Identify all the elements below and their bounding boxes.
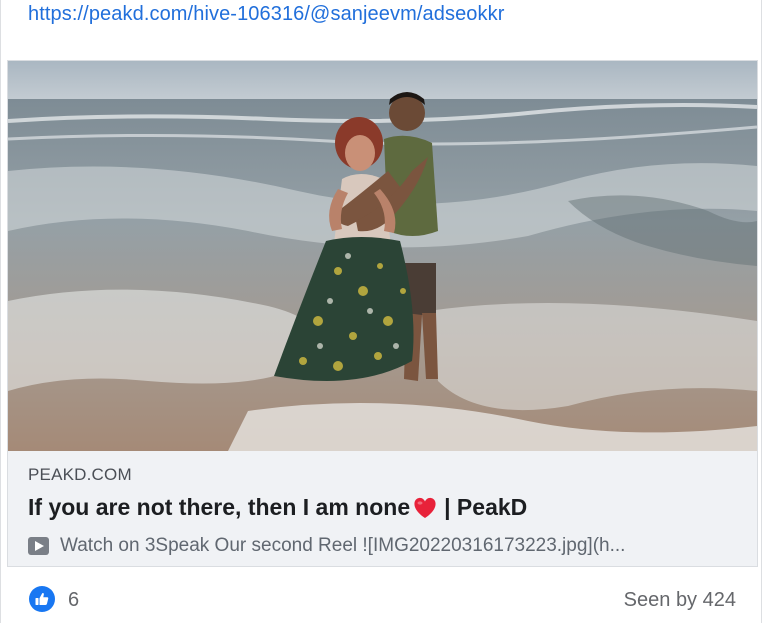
preview-title-suffix: | PeakD — [444, 494, 528, 520]
reactions-bar: 6 Seen by 424 — [1, 567, 762, 623]
preview-image[interactable] — [8, 61, 757, 451]
preview-meta[interactable]: PEAKD.COM If you are not there, then I a… — [8, 451, 757, 566]
preview-description-text: Watch on 3Speak Our second Reel ![IMG202… — [60, 535, 626, 556]
play-button-icon — [28, 537, 49, 555]
preview-domain: PEAKD.COM — [28, 465, 132, 484]
red-heart-icon — [412, 496, 438, 520]
like-count[interactable]: 6 — [68, 589, 79, 612]
preview-title-text: If you are not there, then I am none — [28, 494, 411, 520]
link-preview[interactable]: PEAKD.COM If you are not there, then I a… — [7, 60, 758, 567]
preview-description: Watch on 3Speak Our second Reel ![IMG202… — [28, 535, 738, 557]
post-link[interactable]: https://peakd.com/hive-106316/@sanjeevm/… — [28, 3, 504, 26]
preview-title[interactable]: If you are not there, then I am none | P… — [28, 494, 527, 521]
seen-by-count[interactable]: Seen by 424 — [624, 589, 736, 612]
thumbs-up-icon[interactable] — [29, 586, 55, 612]
post-card: https://peakd.com/hive-106316/@sanjeevm/… — [0, 0, 762, 623]
